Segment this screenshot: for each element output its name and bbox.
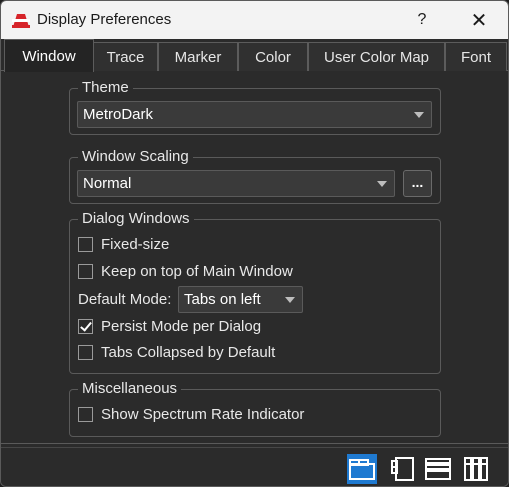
window-tab-panel: Theme MetroDark Window Scaling Normal ..… xyxy=(1,71,508,443)
keep-on-top-label: Keep on top of Main Window xyxy=(101,262,293,280)
tabs-top-icon xyxy=(349,459,375,480)
spectrum-rate-checkbox-row[interactable]: Show Spectrum Rate Indicator xyxy=(78,404,304,424)
theme-group: Theme MetroDark xyxy=(69,79,441,135)
default-mode-select-value: Tabs on left xyxy=(184,291,261,308)
keep-on-top-checkbox[interactable] xyxy=(78,263,93,279)
miscellaneous-group-title: Miscellaneous xyxy=(78,380,182,398)
title-bar: Display Preferences ? ✕ xyxy=(1,1,508,39)
tabs-top-mode-button[interactable] xyxy=(347,454,377,484)
help-button[interactable]: ? xyxy=(399,5,445,35)
tab-marker[interactable]: Marker xyxy=(158,42,238,71)
tabs-stacked-icon xyxy=(425,458,451,480)
spectrum-rate-label: Show Spectrum Rate Indicator xyxy=(101,405,305,423)
chevron-down-icon xyxy=(377,181,387,187)
tab-window[interactable]: Window xyxy=(4,39,94,72)
footer-divider xyxy=(1,447,508,448)
keep-on-top-checkbox-row[interactable]: Keep on top of Main Window xyxy=(78,261,293,281)
tabs-left-icon xyxy=(391,457,414,481)
chevron-down-icon xyxy=(285,297,295,303)
theme-group-title: Theme xyxy=(78,79,133,97)
app-logo-icon xyxy=(11,11,31,29)
window-scaling-group: Window Scaling Normal ... xyxy=(69,148,441,204)
tab-user-color-map[interactable]: User Color Map xyxy=(308,42,445,71)
miscellaneous-group: Miscellaneous Show Spectrum Rate Indicat… xyxy=(69,380,441,437)
window-scaling-select-value: Normal xyxy=(83,175,132,192)
tab-color[interactable]: Color xyxy=(238,42,308,71)
persist-mode-label: Persist Mode per Dialog xyxy=(101,317,262,335)
theme-select[interactable]: MetroDark xyxy=(77,101,432,128)
tabs-collapsed-checkbox-row[interactable]: Tabs Collapsed by Default xyxy=(78,342,275,362)
window-scaling-group-title: Window Scaling xyxy=(78,148,193,166)
fixed-size-checkbox[interactable] xyxy=(78,236,93,252)
chevron-down-icon xyxy=(414,112,424,118)
tab-trace[interactable]: Trace xyxy=(93,42,158,71)
tab-font[interactable]: Font xyxy=(445,42,507,71)
dialog-windows-group-title: Dialog Windows xyxy=(78,210,194,228)
default-mode-label: Default Mode: xyxy=(78,291,172,308)
tabs-left-mode-button[interactable] xyxy=(387,454,417,484)
theme-select-value: MetroDark xyxy=(83,106,154,123)
tabs-collapsed-label: Tabs Collapsed by Default xyxy=(101,343,276,361)
tabs-stacked-mode-button[interactable] xyxy=(423,454,453,484)
window-title: Display Preferences xyxy=(37,11,172,28)
tabs-collapsed-checkbox[interactable] xyxy=(78,344,93,360)
persist-mode-checkbox-row[interactable]: Persist Mode per Dialog xyxy=(78,316,261,336)
window-scaling-more-button[interactable]: ... xyxy=(403,170,432,197)
window-scaling-select[interactable]: Normal xyxy=(77,170,395,197)
footer-bar xyxy=(1,443,508,486)
fixed-size-checkbox-row[interactable]: Fixed-size xyxy=(78,234,169,254)
persist-mode-checkbox[interactable] xyxy=(78,318,93,334)
fixed-size-label: Fixed-size xyxy=(101,235,170,253)
spectrum-rate-checkbox[interactable] xyxy=(78,406,93,422)
dialog-windows-group: Dialog Windows Fixed-size Keep on top of… xyxy=(69,210,441,374)
close-button[interactable]: ✕ xyxy=(456,5,502,35)
tabs-columns-mode-button[interactable] xyxy=(461,454,491,484)
tabs-columns-icon xyxy=(464,457,488,481)
tab-bar: Window Trace Marker Color User Color Map… xyxy=(1,39,508,72)
display-preferences-window: Display Preferences ? ✕ Window Trace Mar… xyxy=(0,0,509,487)
default-mode-select[interactable]: Tabs on left xyxy=(178,286,303,313)
